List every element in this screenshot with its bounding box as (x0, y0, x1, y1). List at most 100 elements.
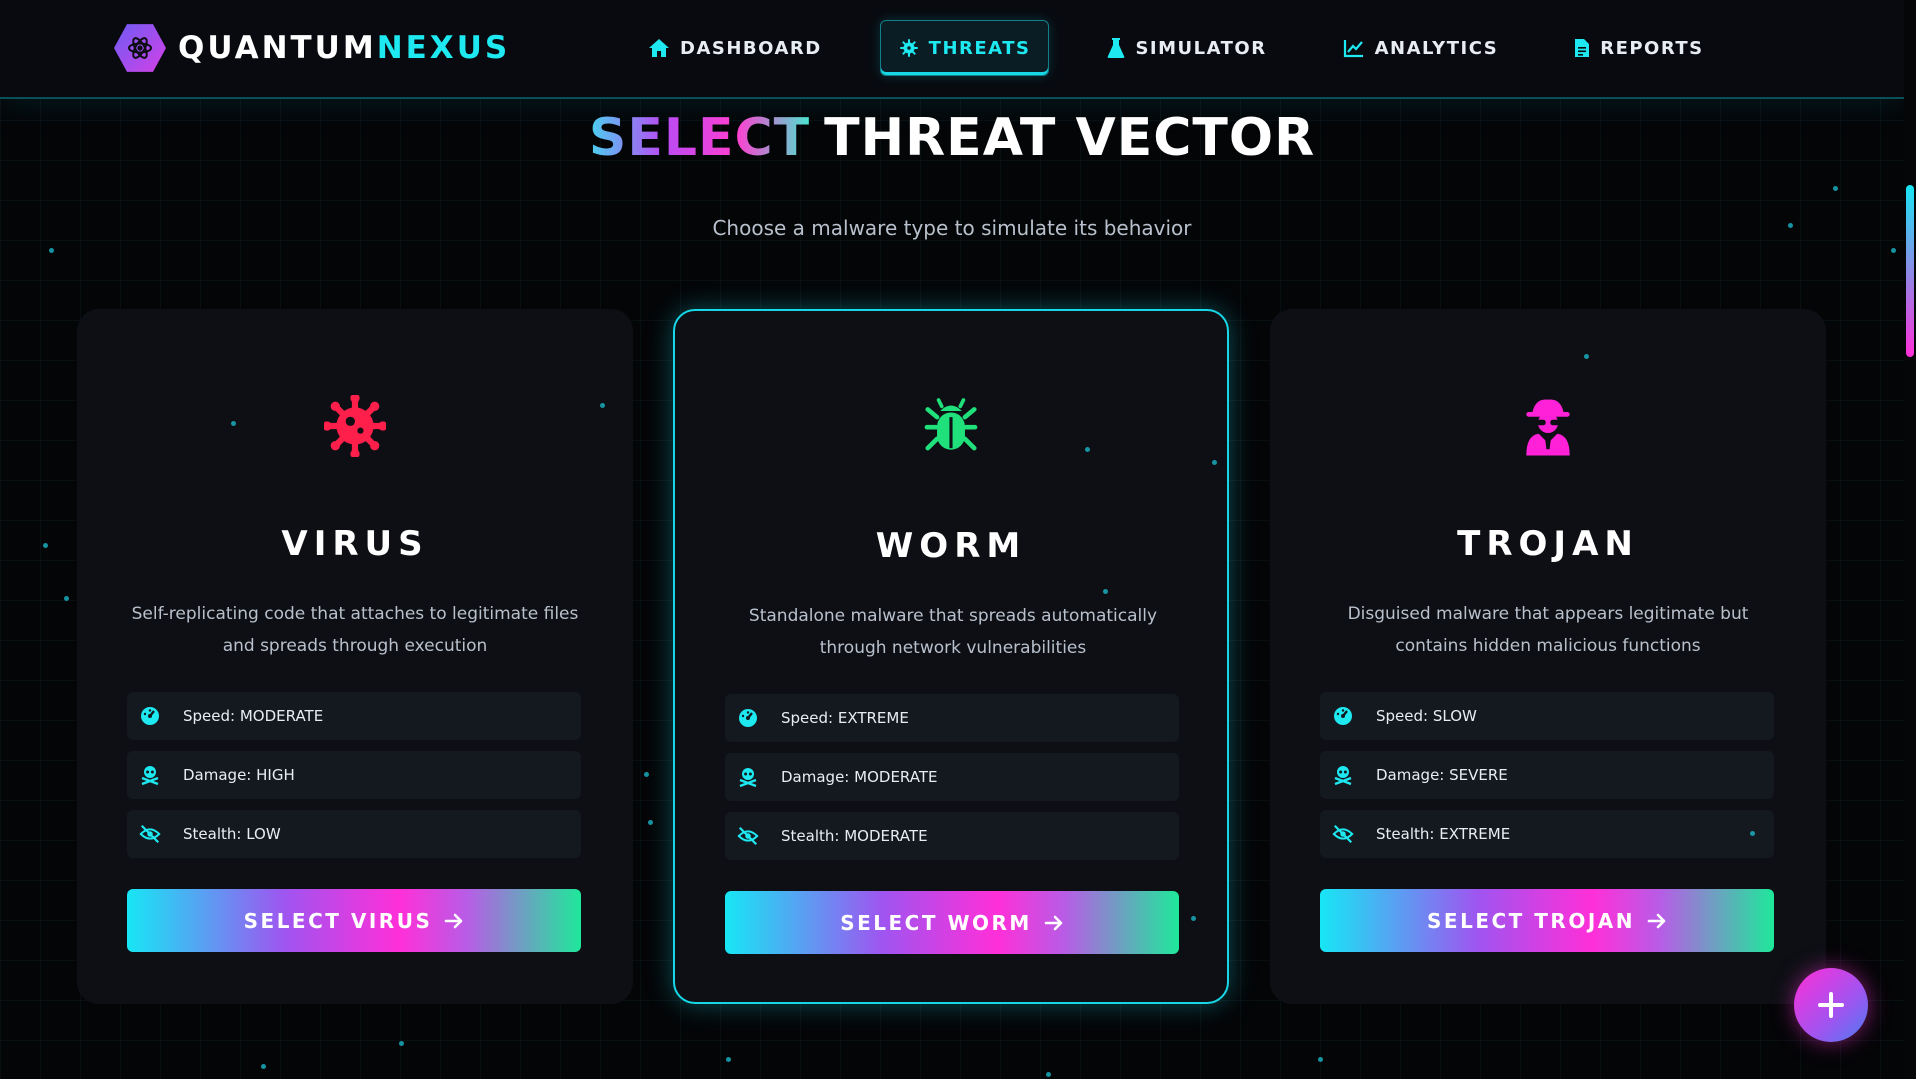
particle (1212, 460, 1217, 465)
card-description: Self-replicating code that attaches to l… (131, 604, 579, 656)
arrow-right-icon (444, 912, 464, 930)
nav-item-threats[interactable]: THREATS (879, 20, 1050, 76)
stat-label: Stealth: (183, 825, 242, 843)
top-navigation-bar: QUANTUMNEXUS DASHBOARD THREATS SIMULATOR… (0, 0, 1904, 99)
stat-value: SLOW (1432, 707, 1477, 725)
particle (1750, 831, 1755, 836)
stat-value: SEVERE (1449, 766, 1508, 784)
select-trojan-button[interactable]: SELECT TROJAN (1320, 889, 1774, 952)
stat-value: MODERATE (844, 827, 928, 845)
stat-label: Speed: (781, 709, 834, 727)
select-worm-button[interactable]: SELECT WORM (725, 891, 1179, 954)
particle (648, 820, 653, 825)
particle (1085, 447, 1090, 452)
flask-icon (1107, 37, 1125, 59)
threat-card-trojan[interactable]: TROJAN Disguised malware that appears le… (1270, 309, 1826, 1004)
card-description: Standalone malware that spreads automati… (748, 606, 1158, 658)
stat-label: Stealth: (781, 827, 840, 845)
threat-card-worm[interactable]: WORM Standalone malware that spreads aut… (673, 309, 1229, 1004)
card-title: TROJAN (1457, 524, 1639, 564)
brand-name: QUANTUMNEXUS (178, 30, 510, 66)
particle (1891, 248, 1896, 253)
nav-label: THREATS (928, 37, 1031, 59)
page-title-rest: THREAT VECTOR (824, 108, 1316, 168)
scrollbar-thumb[interactable] (1906, 185, 1914, 357)
stat-stealth: Stealth: LOW (127, 810, 581, 858)
particle (1833, 186, 1838, 191)
select-virus-button[interactable]: SELECT VIRUS (127, 889, 581, 952)
nav-item-reports[interactable]: REPORTS (1556, 20, 1721, 76)
particle (261, 1064, 266, 1069)
particle (43, 543, 48, 548)
file-icon (1574, 38, 1590, 58)
button-label: SELECT TROJAN (1427, 908, 1635, 933)
stat-speed: Speed: EXTREME (725, 694, 1179, 742)
nav-label: DASHBOARD (680, 37, 822, 59)
brand-name-part2: NEXUS (376, 30, 511, 66)
stat-stealth: Stealth: MODERATE (725, 812, 1179, 860)
brand-logo[interactable]: QUANTUMNEXUS (114, 22, 510, 74)
threat-card-virus[interactable]: VIRUS Self-replicating code that attache… (77, 309, 633, 1004)
stat-value: MODERATE (239, 707, 324, 725)
page-subtitle: Choose a malware type to simulate its be… (712, 216, 1192, 240)
page-title: SELECT THREAT VECTOR (0, 108, 1904, 168)
particle (64, 596, 69, 601)
stat-speed: Speed: MODERATE (127, 692, 581, 740)
skull-crossbones-icon (1332, 764, 1354, 786)
particle (1046, 1072, 1051, 1077)
stat-stealth: Stealth: EXTREME (1320, 810, 1774, 858)
stat-label: Damage: (183, 766, 252, 784)
particle (1788, 223, 1793, 228)
atom-logo-icon (114, 24, 166, 72)
eye-slash-icon (737, 825, 759, 847)
particle (726, 1057, 731, 1062)
arrow-right-icon (1647, 912, 1667, 930)
particle (1191, 916, 1196, 921)
speedometer-icon (139, 705, 161, 727)
stat-label: Speed: (183, 707, 236, 725)
stat-value: HIGH (256, 766, 295, 784)
stat-value: LOW (246, 825, 281, 843)
card-title: VIRUS (281, 524, 429, 564)
add-fab-button[interactable] (1794, 968, 1868, 1042)
button-label: SELECT VIRUS (243, 908, 433, 933)
stat-value: EXTREME (837, 709, 909, 727)
stat-damage: Damage: MODERATE (725, 753, 1179, 801)
page-title-highlight: SELECT (588, 108, 811, 168)
speedometer-icon (737, 707, 759, 729)
user-secret-icon (1270, 395, 1826, 457)
nav-label: ANALYTICS (1374, 37, 1499, 59)
skull-crossbones-icon (139, 764, 161, 786)
stat-value: MODERATE (854, 768, 938, 786)
particle (399, 1041, 404, 1046)
nav-label: SIMULATOR (1135, 37, 1267, 59)
particle (600, 403, 605, 408)
stat-value: EXTREME (1439, 825, 1511, 843)
nav-item-dashboard[interactable]: DASHBOARD (630, 20, 840, 76)
arrow-right-icon (1044, 914, 1064, 932)
card-description: Disguised malware that appears legitimat… (1347, 604, 1749, 656)
particle (231, 421, 236, 426)
particle (1103, 589, 1108, 594)
nav-label: REPORTS (1600, 37, 1704, 59)
nav-item-simulator[interactable]: SIMULATOR (1089, 20, 1284, 76)
speedometer-icon (1332, 705, 1354, 727)
virus-icon (77, 395, 633, 457)
particle (49, 248, 54, 253)
eye-slash-icon (139, 823, 161, 845)
stat-label: Speed: (1376, 707, 1429, 725)
bug-icon (675, 397, 1227, 459)
virus-icon (899, 38, 919, 58)
nav-item-analytics[interactable]: ANALYTICS (1325, 20, 1517, 76)
home-icon (648, 38, 670, 58)
stat-damage: Damage: HIGH (127, 751, 581, 799)
plus-icon (1816, 990, 1846, 1020)
stat-label: Stealth: (1376, 825, 1435, 843)
stat-label: Damage: (781, 768, 850, 786)
stat-speed: Speed: SLOW (1320, 692, 1774, 740)
button-label: SELECT WORM (840, 910, 1032, 935)
line-chart-icon (1343, 38, 1365, 58)
eye-slash-icon (1332, 823, 1354, 845)
skull-crossbones-icon (737, 766, 759, 788)
vertical-scrollbar[interactable] (1904, 0, 1916, 1079)
